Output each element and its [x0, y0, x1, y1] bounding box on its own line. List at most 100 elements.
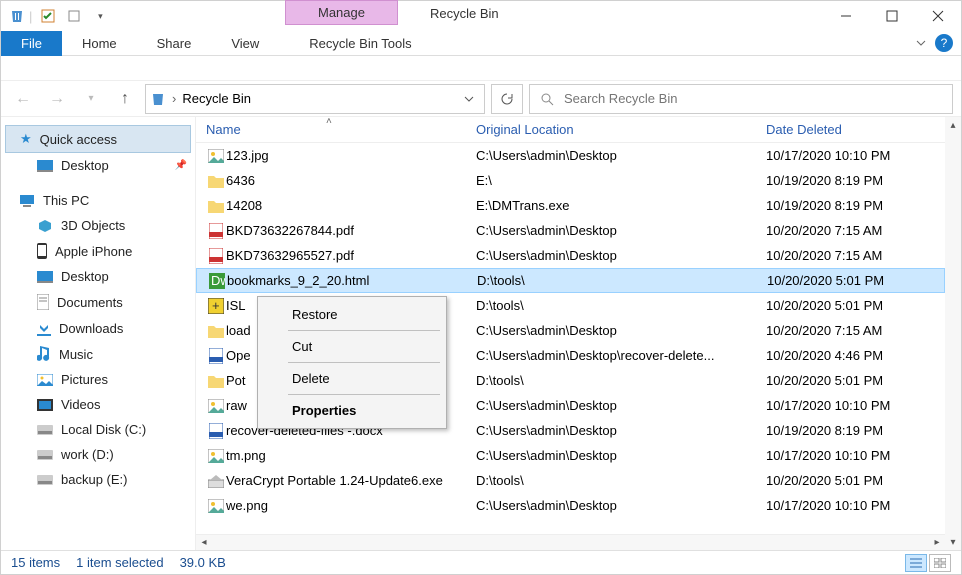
file-icon	[206, 223, 226, 239]
sidebar-item-label: Desktop	[61, 269, 109, 284]
file-icon	[206, 174, 226, 188]
scroll-left-button[interactable]: ◂	[196, 535, 212, 551]
column-date-deleted[interactable]: Date Deleted	[766, 122, 945, 137]
sidebar-item[interactable]: Apple iPhone	[1, 238, 195, 264]
sidebar-item[interactable]: 3D Objects	[1, 213, 195, 238]
horizontal-scrollbar[interactable]: ◂ ▸	[196, 534, 945, 550]
table-row[interactable]: VeraCrypt Portable 1.24-Update6.exeD:\to…	[196, 468, 945, 493]
qat-new-folder-button[interactable]	[62, 4, 86, 28]
table-row[interactable]: we.pngC:\Users\admin\Desktop10/17/2020 1…	[196, 493, 945, 518]
menu-item-restore[interactable]: Restore	[258, 301, 446, 328]
status-selected-size: 39.0 KB	[180, 555, 226, 570]
sidebar-item[interactable]: backup (E:)	[1, 467, 195, 492]
column-original-location[interactable]: Original Location	[476, 122, 766, 137]
file-icon: Dw	[207, 273, 227, 289]
file-icon	[206, 149, 226, 163]
search-box[interactable]	[529, 84, 953, 114]
tab-view[interactable]: View	[211, 32, 279, 55]
sidebar-item[interactable]: Documents	[1, 289, 195, 315]
forward-button[interactable]: →	[43, 85, 71, 113]
folder-icon	[37, 320, 51, 336]
table-row[interactable]: Dwbookmarks_9_2_20.htmlD:\tools\10/20/20…	[196, 268, 945, 293]
tab-home[interactable]: Home	[62, 32, 137, 55]
recycle-bin-icon	[150, 91, 166, 107]
sidebar-item-label: Videos	[61, 397, 101, 412]
sidebar-item[interactable]: work (D:)	[1, 442, 195, 467]
file-original-location: D:\tools\	[477, 273, 767, 288]
menu-item-properties[interactable]: Properties	[258, 397, 446, 424]
folder-icon	[37, 475, 53, 485]
sidebar-item[interactable]: Desktop	[1, 264, 195, 289]
folder-icon	[37, 425, 53, 435]
details-view-button[interactable]	[905, 554, 927, 572]
sidebar-item-desktop-qa[interactable]: Desktop 📌	[1, 153, 195, 178]
file-name: tm.png	[226, 448, 476, 463]
maximize-button[interactable]	[869, 1, 915, 31]
table-row[interactable]: BKD73632267844.pdfC:\Users\admin\Desktop…	[196, 218, 945, 243]
refresh-button[interactable]	[491, 84, 523, 114]
folder-icon	[37, 219, 53, 233]
sidebar-item-label: Desktop	[61, 158, 109, 173]
minimize-button[interactable]	[823, 1, 869, 31]
table-row[interactable]: 123.jpgC:\Users\admin\Desktop10/17/2020 …	[196, 143, 945, 168]
up-button[interactable]: ↑	[111, 85, 139, 113]
table-row[interactable]: tm.pngC:\Users\admin\Desktop10/17/2020 1…	[196, 443, 945, 468]
scroll-right-button[interactable]: ▸	[929, 535, 945, 551]
back-button[interactable]: ←	[9, 85, 37, 113]
sidebar-item-quick-access[interactable]: ★ Quick access	[5, 125, 191, 153]
help-button[interactable]: ?	[935, 34, 953, 52]
column-name[interactable]: Name	[206, 122, 476, 137]
sidebar-item[interactable]: Videos	[1, 392, 195, 417]
desktop-icon	[37, 160, 53, 172]
title-bar: | ▾ Manage Recycle Bin	[1, 1, 961, 31]
sidebar-item[interactable]: Music	[1, 341, 195, 367]
file-date-deleted: 10/19/2020 8:19 PM	[766, 423, 945, 438]
tab-share[interactable]: Share	[137, 32, 212, 55]
vertical-scrollbar[interactable]: ▴ ▾	[945, 117, 961, 550]
address-history-button[interactable]	[458, 94, 480, 104]
file-name: BKD73632267844.pdf	[226, 223, 476, 238]
recent-locations-button[interactable]: ▾	[77, 85, 105, 113]
qat-properties-button[interactable]	[36, 4, 60, 28]
sidebar-item-label: Downloads	[59, 321, 123, 336]
menu-item-delete[interactable]: Delete	[258, 365, 446, 392]
navigation-pane: ★ Quick access Desktop 📌 This PC 3D Obje…	[1, 117, 196, 550]
file-icon	[206, 399, 226, 413]
scroll-down-button[interactable]: ▾	[945, 534, 961, 550]
file-date-deleted: 10/20/2020 7:15 AM	[766, 248, 945, 263]
large-icons-view-button[interactable]	[929, 554, 951, 572]
folder-icon	[37, 374, 53, 386]
file-original-location: C:\Users\admin\Desktop	[476, 248, 766, 263]
sidebar-item[interactable]: Pictures	[1, 367, 195, 392]
file-tab[interactable]: File	[1, 31, 62, 56]
ribbon-expand-button[interactable]	[907, 37, 935, 49]
file-date-deleted: 10/17/2020 10:10 PM	[766, 448, 945, 463]
address-bar[interactable]: › Recycle Bin	[145, 84, 485, 114]
file-date-deleted: 10/17/2020 10:10 PM	[766, 498, 945, 513]
table-row[interactable]: 14208E:\DMTrans.exe10/19/2020 8:19 PM	[196, 193, 945, 218]
tab-recycle-bin-tools[interactable]: Recycle Bin Tools	[289, 32, 431, 55]
file-icon	[206, 474, 226, 488]
close-button[interactable]	[915, 1, 961, 31]
menu-item-cut[interactable]: Cut	[258, 333, 446, 360]
breadcrumb[interactable]: Recycle Bin	[182, 91, 251, 106]
sidebar-item[interactable]: Downloads	[1, 315, 195, 341]
table-row[interactable]: 6436E:\10/19/2020 8:19 PM	[196, 168, 945, 193]
folder-icon	[37, 346, 51, 362]
sidebar-item-this-pc[interactable]: This PC	[1, 188, 195, 213]
ribbon-tab-strip: File Home Share View Recycle Bin Tools ?	[1, 31, 961, 56]
file-original-location: C:\Users\admin\Desktop	[476, 323, 766, 338]
sort-indicator-icon: ˄	[326, 116, 332, 127]
contextual-tab-header: Manage	[285, 0, 398, 25]
table-row[interactable]: BKD73632965527.pdfC:\Users\admin\Desktop…	[196, 243, 945, 268]
scroll-up-button[interactable]: ▴	[945, 117, 961, 133]
file-original-location: C:\Users\admin\Desktop	[476, 423, 766, 438]
chevron-right-icon[interactable]: ›	[172, 91, 176, 106]
search-input[interactable]	[564, 91, 942, 106]
sidebar-item[interactable]: Local Disk (C:)	[1, 417, 195, 442]
file-original-location: E:\DMTrans.exe	[476, 198, 766, 213]
sidebar-item-label: Apple iPhone	[55, 244, 132, 259]
file-original-location: C:\Users\admin\Desktop	[476, 148, 766, 163]
qat-customize-button[interactable]: ▾	[88, 4, 112, 28]
file-date-deleted: 10/20/2020 5:01 PM	[767, 273, 944, 288]
